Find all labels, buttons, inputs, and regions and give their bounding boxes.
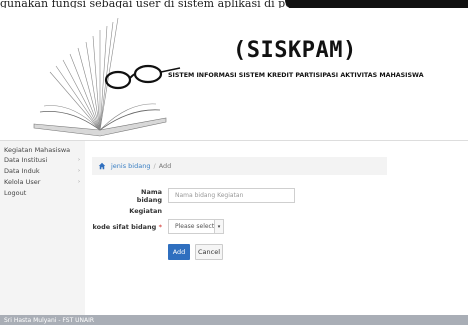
kode-sifat-label: kode sifat bidang * [90, 223, 163, 231]
sidebar-item-label: Data Induk [4, 166, 40, 175]
add-button[interactable]: Add [168, 244, 190, 260]
book-logo-icon [33, 17, 181, 137]
sidebar: Kegiatan Mahasiswa Data Institusi › Data… [0, 141, 85, 315]
kode-sifat-label-text: kode sifat bidang [92, 223, 157, 231]
kode-sifat-select[interactable]: Please select ▾ [168, 219, 224, 234]
app-subtitle: SISTEM INFORMASI SISTEM KREDIT PARTISIPA… [168, 72, 424, 79]
nama-bidang-input[interactable]: Nama bidang Kegiatan [168, 188, 295, 203]
chevron-right-icon: › [78, 167, 80, 174]
nama-bidang-label: Nama bidang Kegiatan [122, 188, 162, 215]
sidebar-item-logout[interactable]: Logout [4, 188, 82, 197]
nama-bidang-placeholder: Nama bidang Kegiatan [175, 192, 244, 199]
sidebar-item-data-institusi[interactable]: Data Institusi › [4, 155, 82, 164]
breadcrumb-current: Add [158, 162, 172, 170]
cancel-button[interactable]: Cancel [195, 244, 223, 260]
footer: Sri Hasta Mulyani - FST UNAIR [0, 315, 468, 325]
sidebar-item-data-induk[interactable]: Data Induk › [4, 166, 82, 175]
sidebar-item-label: Logout [4, 188, 27, 197]
sidebar-item-label: Kegiatan Mahasiswa [4, 145, 71, 154]
sidebar-item-kelola-user[interactable]: Kelola User › [4, 177, 82, 186]
nama-bidang-label-line1: Nama bidang [136, 188, 162, 204]
sidebar-item-label: Data Institusi [4, 155, 48, 164]
chevron-right-icon: › [78, 178, 80, 185]
app-header: (SISKPAM) SISTEM INFORMASI SISTEM KREDIT… [0, 8, 468, 140]
sidebar-item-label: Kelola User [4, 177, 41, 186]
chevron-right-icon: › [78, 156, 80, 163]
main-content: jenis bidang / Add Nama bidang Kegiatan … [85, 141, 468, 315]
home-icon[interactable] [98, 162, 106, 170]
kode-sifat-selected-value: Please select [175, 223, 215, 230]
breadcrumb-separator: / [153, 162, 156, 170]
footer-credit: Sri Hasta Mulyani - FST UNAIR [4, 316, 95, 324]
chevron-down-icon[interactable]: ▾ [214, 220, 223, 233]
breadcrumb-link-jenis-bidang[interactable]: jenis bidang [111, 162, 150, 170]
nama-bidang-label-line2: Kegiatan [129, 207, 162, 215]
breadcrumb: jenis bidang / Add [92, 157, 387, 175]
required-asterisk: * [158, 223, 162, 231]
app-brand-title: (SISKPAM) [233, 38, 357, 63]
sidebar-item-kegiatan-mahasiswa[interactable]: Kegiatan Mahasiswa [4, 145, 82, 154]
